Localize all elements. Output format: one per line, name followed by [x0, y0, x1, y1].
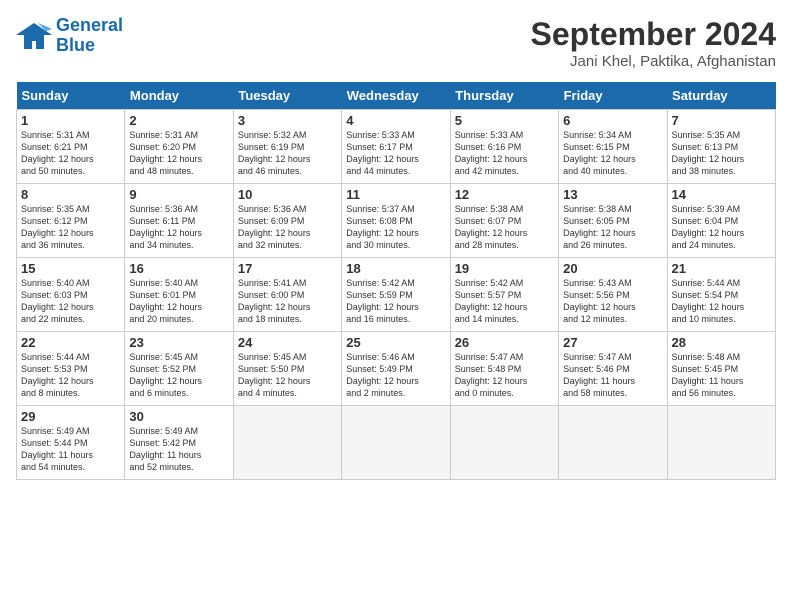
table-row: 24Sunrise: 5:45 AMSunset: 5:50 PMDayligh… [233, 332, 341, 406]
table-row: 10Sunrise: 5:36 AMSunset: 6:09 PMDayligh… [233, 184, 341, 258]
table-row: 2Sunrise: 5:31 AMSunset: 6:20 PMDaylight… [125, 110, 233, 184]
header-wednesday: Wednesday [342, 82, 450, 110]
table-row: 3Sunrise: 5:32 AMSunset: 6:19 PMDaylight… [233, 110, 341, 184]
table-row: 19Sunrise: 5:42 AMSunset: 5:57 PMDayligh… [450, 258, 558, 332]
week-row: 1Sunrise: 5:31 AMSunset: 6:21 PMDaylight… [17, 110, 776, 184]
table-row: 21Sunrise: 5:44 AMSunset: 5:54 PMDayligh… [667, 258, 775, 332]
calendar-table: Sunday Monday Tuesday Wednesday Thursday… [16, 82, 776, 480]
table-row: 20Sunrise: 5:43 AMSunset: 5:56 PMDayligh… [559, 258, 667, 332]
header-row: Sunday Monday Tuesday Wednesday Thursday… [17, 82, 776, 110]
table-row: 18Sunrise: 5:42 AMSunset: 5:59 PMDayligh… [342, 258, 450, 332]
table-row: 25Sunrise: 5:46 AMSunset: 5:49 PMDayligh… [342, 332, 450, 406]
table-row [559, 406, 667, 480]
table-row: 11Sunrise: 5:37 AMSunset: 6:08 PMDayligh… [342, 184, 450, 258]
month-title: September 2024 [531, 16, 776, 53]
week-row: 15Sunrise: 5:40 AMSunset: 6:03 PMDayligh… [17, 258, 776, 332]
table-row [450, 406, 558, 480]
table-row [342, 406, 450, 480]
table-row: 23Sunrise: 5:45 AMSunset: 5:52 PMDayligh… [125, 332, 233, 406]
table-row: 17Sunrise: 5:41 AMSunset: 6:00 PMDayligh… [233, 258, 341, 332]
table-row: 22Sunrise: 5:44 AMSunset: 5:53 PMDayligh… [17, 332, 125, 406]
header-thursday: Thursday [450, 82, 558, 110]
table-row: 9Sunrise: 5:36 AMSunset: 6:11 PMDaylight… [125, 184, 233, 258]
title-section: September 2024 Jani Khel, Paktika, Afgha… [531, 16, 776, 70]
location-title: Jani Khel, Paktika, Afghanistan [531, 53, 776, 70]
table-row: 29Sunrise: 5:49 AMSunset: 5:44 PMDayligh… [17, 406, 125, 480]
table-row: 6Sunrise: 5:34 AMSunset: 6:15 PMDaylight… [559, 110, 667, 184]
table-row: 4Sunrise: 5:33 AMSunset: 6:17 PMDaylight… [342, 110, 450, 184]
week-row: 29Sunrise: 5:49 AMSunset: 5:44 PMDayligh… [17, 406, 776, 480]
table-row: 28Sunrise: 5:48 AMSunset: 5:45 PMDayligh… [667, 332, 775, 406]
table-row: 30Sunrise: 5:49 AMSunset: 5:42 PMDayligh… [125, 406, 233, 480]
table-row: 12Sunrise: 5:38 AMSunset: 6:07 PMDayligh… [450, 184, 558, 258]
header-sunday: Sunday [17, 82, 125, 110]
table-row: 27Sunrise: 5:47 AMSunset: 5:46 PMDayligh… [559, 332, 667, 406]
week-row: 22Sunrise: 5:44 AMSunset: 5:53 PMDayligh… [17, 332, 776, 406]
table-row: 5Sunrise: 5:33 AMSunset: 6:16 PMDaylight… [450, 110, 558, 184]
table-row: 26Sunrise: 5:47 AMSunset: 5:48 PMDayligh… [450, 332, 558, 406]
logo-icon [16, 21, 52, 51]
table-row [233, 406, 341, 480]
header-friday: Friday [559, 82, 667, 110]
header-monday: Monday [125, 82, 233, 110]
header-saturday: Saturday [667, 82, 775, 110]
table-row: 14Sunrise: 5:39 AMSunset: 6:04 PMDayligh… [667, 184, 775, 258]
table-row [667, 406, 775, 480]
logo-text: General Blue [56, 16, 123, 56]
logo: General Blue [16, 16, 123, 56]
page-header: General Blue September 2024 Jani Khel, P… [16, 16, 776, 70]
table-row: 15Sunrise: 5:40 AMSunset: 6:03 PMDayligh… [17, 258, 125, 332]
table-row: 8Sunrise: 5:35 AMSunset: 6:12 PMDaylight… [17, 184, 125, 258]
table-row: 13Sunrise: 5:38 AMSunset: 6:05 PMDayligh… [559, 184, 667, 258]
header-tuesday: Tuesday [233, 82, 341, 110]
table-row: 7Sunrise: 5:35 AMSunset: 6:13 PMDaylight… [667, 110, 775, 184]
week-row: 8Sunrise: 5:35 AMSunset: 6:12 PMDaylight… [17, 184, 776, 258]
table-row: 1Sunrise: 5:31 AMSunset: 6:21 PMDaylight… [17, 110, 125, 184]
table-row: 16Sunrise: 5:40 AMSunset: 6:01 PMDayligh… [125, 258, 233, 332]
